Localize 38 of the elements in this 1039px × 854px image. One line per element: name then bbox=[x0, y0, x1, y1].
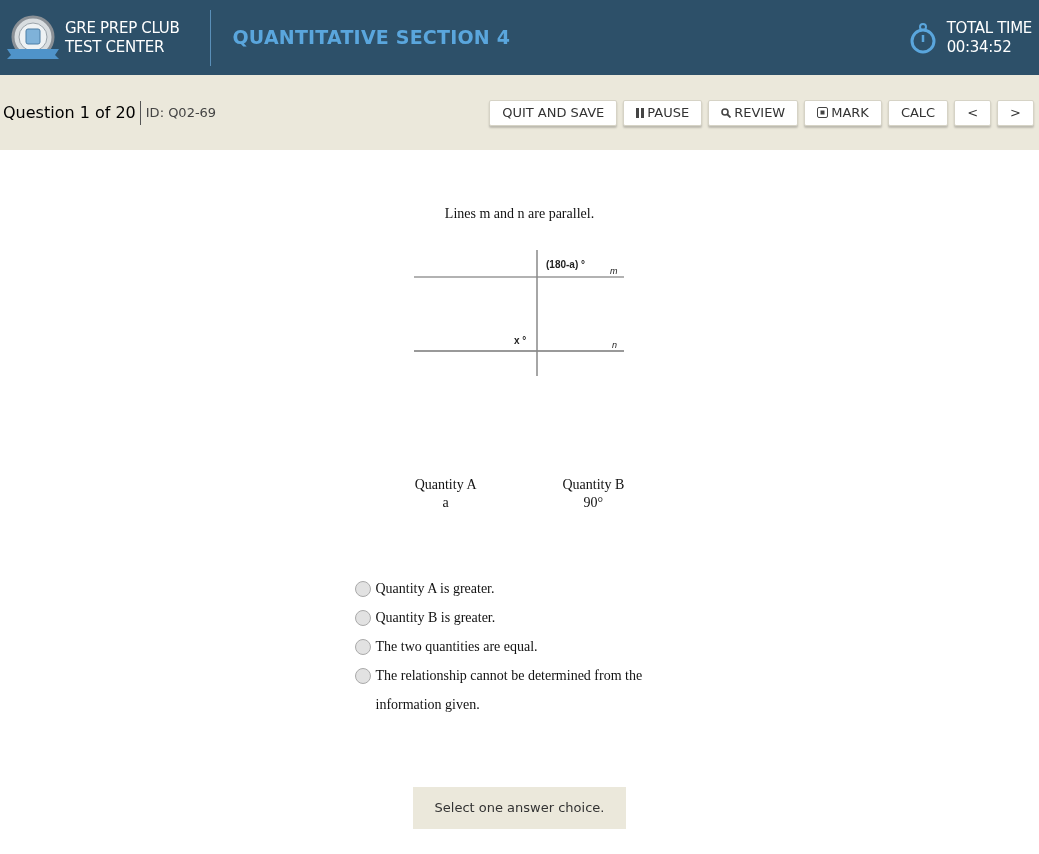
quantity-heading: Quantity A bbox=[414, 476, 477, 494]
brand-name: TEST CENTER bbox=[65, 37, 166, 57]
question-id: ID: Q02-69 bbox=[145, 103, 217, 122]
question-stem: Lines m and n are parallel. bbox=[444, 205, 595, 223]
radio-button[interactable] bbox=[354, 668, 371, 684]
quantity-value: 90° bbox=[583, 494, 604, 512]
choice-text: The two quantities are equal. bbox=[375, 638, 539, 656]
toolbar-button[interactable]: MARK bbox=[804, 99, 882, 126]
question-counter: Question 1 of 20 bbox=[3, 100, 141, 125]
toolbar-button[interactable]: REVIEW bbox=[708, 99, 799, 126]
timer-label: TOTAL TIME bbox=[946, 18, 1032, 38]
quantity-value: a bbox=[442, 494, 449, 512]
instruction-banner: Select one answer choice. bbox=[412, 787, 627, 829]
answer-choice[interactable]: The relationship cannot be determined from the information given. bbox=[354, 661, 695, 719]
toolbar-button[interactable]: < bbox=[954, 99, 992, 126]
toolbar-button[interactable]: PAUSE bbox=[623, 99, 703, 126]
choice-text: Quantity A is greater. bbox=[375, 580, 496, 598]
toolbar-button[interactable]: CALC bbox=[887, 99, 949, 126]
answer-choice[interactable]: The two quantities are equal. bbox=[354, 632, 695, 661]
choice-text: The relationship cannot be determined from the information given. bbox=[375, 667, 644, 714]
timer-value: 00:34:52 bbox=[946, 37, 1013, 57]
radio-button[interactable] bbox=[354, 610, 371, 626]
search-icon bbox=[721, 107, 732, 118]
parallel-lines-figure: (180-a) ° m x ° n bbox=[413, 250, 626, 376]
brand-name: GRE PREP CLUB bbox=[65, 18, 180, 38]
answer-choice[interactable]: Quantity B is greater. bbox=[354, 603, 695, 632]
pause-icon bbox=[636, 107, 645, 118]
toolbar-button[interactable]: > bbox=[997, 99, 1034, 126]
stopwatch-icon bbox=[908, 21, 937, 54]
radio-button[interactable] bbox=[354, 581, 371, 597]
radio-button[interactable] bbox=[354, 639, 371, 655]
toolbar-button[interactable]: QUIT AND SAVE bbox=[489, 99, 618, 126]
quantity-heading: Quantity B bbox=[562, 476, 625, 494]
mark-icon bbox=[817, 107, 829, 118]
badge-logo-icon bbox=[5, 14, 61, 61]
answer-choice[interactable]: Quantity A is greater. bbox=[354, 574, 695, 603]
choice-text: Quantity B is greater. bbox=[375, 609, 497, 627]
section-title: QUANTITATIVE SECTION 4 bbox=[232, 25, 511, 51]
